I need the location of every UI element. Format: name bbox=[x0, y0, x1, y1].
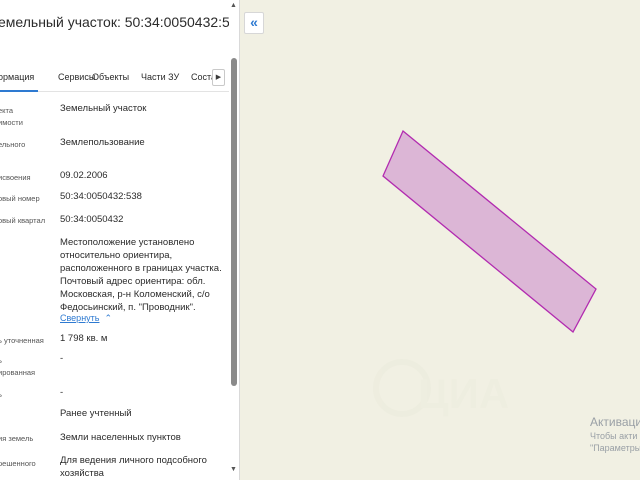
attr-value: Для ведения личного подсобного хозяйства bbox=[60, 455, 207, 479]
scroll-down-arrow-icon[interactable]: ▼ bbox=[230, 466, 237, 473]
collapse-link-label: Свернуть bbox=[60, 313, 100, 323]
windows-activation-watermark: Активаци Чтобы акти "Параметры bbox=[590, 414, 640, 454]
attr-value: Земельный участок bbox=[60, 103, 147, 114]
attr-label: исвоения bbox=[0, 173, 31, 182]
activation-title: Активаци bbox=[590, 415, 640, 429]
attr-value: Ранее учтенный bbox=[60, 408, 132, 419]
activation-line: Чтобы акти bbox=[590, 431, 638, 441]
panel-scrollbar[interactable]: ▲ ▼ bbox=[229, 0, 239, 480]
attr-label: ь уточненная bbox=[0, 336, 44, 345]
map-canvas[interactable]: ЦИА bbox=[240, 0, 640, 480]
chevron-up-icon: ⌃ bbox=[102, 313, 113, 323]
attr-label: имости bbox=[0, 118, 23, 127]
attr-label: ированная bbox=[0, 368, 36, 377]
double-chevron-left-icon: « bbox=[250, 14, 258, 30]
attr-value: Землепользование bbox=[60, 137, 145, 148]
attr-value: Земли населенных пунктов bbox=[60, 432, 181, 443]
address-value: Местоположение установлено относительно … bbox=[60, 237, 222, 313]
attr-label: ь bbox=[0, 388, 2, 401]
attr-value: - bbox=[60, 387, 64, 398]
scroll-up-arrow-icon[interactable]: ▲ bbox=[230, 2, 237, 9]
attr-value: - bbox=[60, 353, 64, 364]
tab-bar: ормация Сервисы Объекты Части ЗУ Соста bbox=[0, 66, 239, 92]
map-view[interactable]: ЦИА « Активаци Чтобы акти "Параметры bbox=[240, 0, 640, 480]
collapse-panel-button[interactable]: « bbox=[244, 12, 264, 34]
svg-text:ЦИА: ЦИА bbox=[418, 370, 509, 417]
land-parcel-polygon[interactable] bbox=[382, 129, 597, 334]
attr-value: 50:34:0050432:538 bbox=[60, 191, 142, 202]
tab-information[interactable]: ормация bbox=[0, 72, 34, 82]
attr-value: 1 798 кв. м bbox=[60, 333, 108, 344]
tab-services[interactable]: Сервисы bbox=[58, 72, 95, 82]
attr-label: овый номер bbox=[0, 194, 40, 203]
activation-line: "Параметры bbox=[590, 443, 640, 453]
page-title: емельный участок: 50:34:0050432:538 bbox=[0, 14, 240, 30]
info-panel: емельный участок: 50:34:0050432:538 орма… bbox=[0, 0, 240, 480]
collapse-address-link[interactable]: Свернуть ⌃ bbox=[60, 313, 112, 324]
attr-label: ия земель bbox=[0, 434, 34, 443]
tab-parts[interactable]: Части ЗУ bbox=[141, 72, 179, 82]
attr-value: 50:34:0050432 bbox=[60, 214, 124, 225]
tabs-scroll-right-button[interactable]: ▶ bbox=[212, 69, 225, 86]
attr-label: ельного bbox=[0, 140, 26, 149]
attr-label: овый квартал bbox=[0, 216, 46, 225]
attr-label: решенного bbox=[0, 459, 36, 468]
scrollbar-thumb[interactable] bbox=[231, 58, 237, 386]
active-tab-indicator bbox=[0, 90, 38, 92]
map-watermark-logo: ЦИА bbox=[373, 359, 509, 417]
tab-objects[interactable]: Объекты bbox=[92, 72, 129, 82]
chevron-right-icon: ▶ bbox=[215, 74, 222, 81]
attr-value: 09.02.2006 bbox=[60, 170, 108, 181]
